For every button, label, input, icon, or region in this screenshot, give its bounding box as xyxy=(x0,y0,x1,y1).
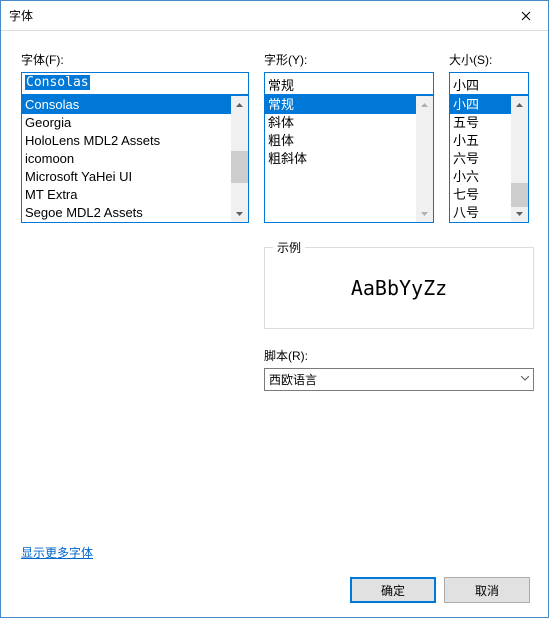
close-button[interactable] xyxy=(503,1,548,31)
list-item[interactable]: 八号 xyxy=(450,204,511,222)
scroll-thumb[interactable] xyxy=(231,151,248,183)
more-fonts-link[interactable]: 显示更多字体 xyxy=(21,544,93,561)
scroll-up-icon[interactable] xyxy=(231,96,248,113)
scroll-down-icon xyxy=(416,205,433,222)
font-scrollbar[interactable] xyxy=(231,96,248,222)
ok-button[interactable]: 确定 xyxy=(350,577,436,603)
font-column: 字体(F): Consolas Consolas Georgia HoloLen… xyxy=(21,51,249,223)
list-item[interactable]: 小五 xyxy=(450,132,511,150)
list-item[interactable]: 斜体 xyxy=(265,114,416,132)
style-column: 字形(Y): 常规 常规 斜体 粗体 粗斜体 xyxy=(264,51,434,223)
size-listbox[interactable]: 小四 五号 小五 六号 小六 七号 八号 xyxy=(449,95,529,223)
scroll-thumb[interactable] xyxy=(511,183,528,207)
scroll-up-icon[interactable] xyxy=(511,96,528,113)
style-label: 字形(Y): xyxy=(264,51,434,68)
sample-group: 示例 AaBbYyZz xyxy=(264,247,534,329)
style-scrollbar xyxy=(416,96,433,222)
size-input[interactable]: 小四 xyxy=(449,72,529,95)
list-item[interactable]: 粗体 xyxy=(265,132,416,150)
style-listbox[interactable]: 常规 斜体 粗体 粗斜体 xyxy=(264,95,434,223)
list-item[interactable]: 七号 xyxy=(450,186,511,204)
style-input[interactable]: 常规 xyxy=(264,72,434,95)
font-listbox[interactable]: Consolas Georgia HoloLens MDL2 Assets ic… xyxy=(21,95,249,223)
list-item[interactable]: Consolas xyxy=(22,96,231,114)
list-item[interactable]: HoloLens MDL2 Assets xyxy=(22,132,231,150)
list-item[interactable]: 小六 xyxy=(450,168,511,186)
size-scrollbar[interactable] xyxy=(511,96,528,222)
list-item[interactable]: 五号 xyxy=(450,114,511,132)
button-bar: 确定 取消 xyxy=(350,577,530,603)
list-item[interactable]: icomoon xyxy=(22,150,231,168)
sample-text: AaBbYyZz xyxy=(265,276,533,300)
size-label: 大小(S): xyxy=(449,51,529,68)
list-item[interactable]: 粗斜体 xyxy=(265,150,416,168)
titlebar: 字体 xyxy=(1,1,548,31)
font-input[interactable]: Consolas xyxy=(21,72,249,95)
list-item[interactable]: 常规 xyxy=(265,96,416,114)
chevron-down-icon xyxy=(521,373,529,384)
script-label: 脚本(R): xyxy=(264,347,534,364)
list-item[interactable]: Microsoft YaHei UI xyxy=(22,168,231,186)
list-item[interactable]: Segoe MDL2 Assets xyxy=(22,204,231,222)
sample-legend: 示例 xyxy=(273,239,305,256)
font-label: 字体(F): xyxy=(21,51,249,68)
cancel-button[interactable]: 取消 xyxy=(444,577,530,603)
list-item[interactable]: 小四 xyxy=(450,96,511,114)
list-item[interactable]: Georgia xyxy=(22,114,231,132)
list-item[interactable]: MT Extra xyxy=(22,186,231,204)
list-item[interactable]: 六号 xyxy=(450,150,511,168)
close-icon xyxy=(521,11,531,21)
dialog-content: 字体(F): Consolas Consolas Georgia HoloLen… xyxy=(1,31,548,405)
script-select[interactable]: 西欧语言 xyxy=(264,368,534,391)
script-value: 西欧语言 xyxy=(269,371,317,388)
scroll-down-icon[interactable] xyxy=(511,205,528,222)
scroll-up-icon xyxy=(416,96,433,113)
scroll-down-icon[interactable] xyxy=(231,205,248,222)
window-title: 字体 xyxy=(9,7,503,24)
size-column: 大小(S): 小四 小四 五号 小五 六号 小六 七号 八号 xyxy=(449,51,529,223)
